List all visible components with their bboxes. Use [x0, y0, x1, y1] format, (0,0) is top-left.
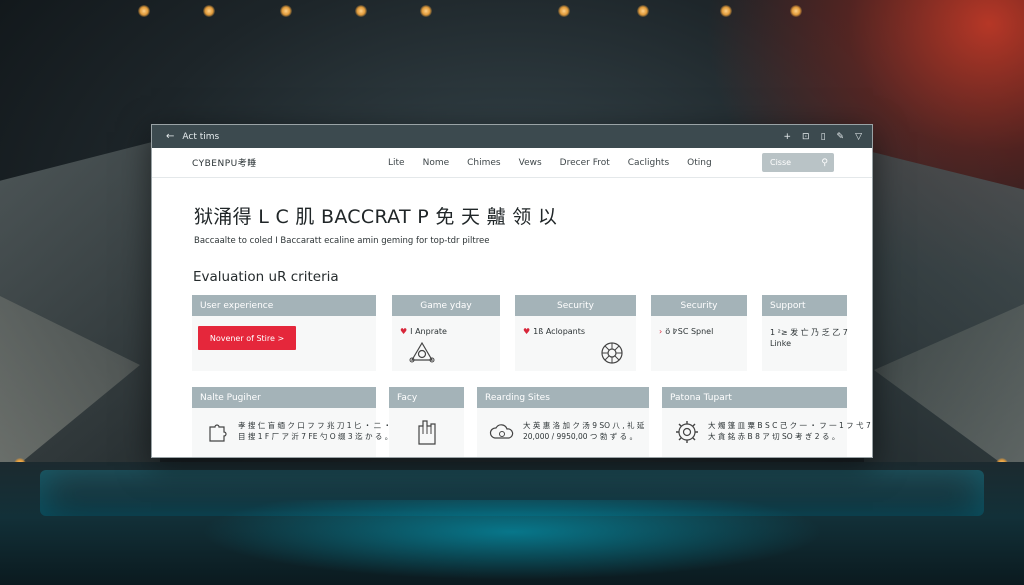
ceiling-light: [720, 5, 732, 17]
gear-cog-icon: [676, 421, 698, 443]
card-text: 20,000 / 9950,00 つ 勃 ず る 。: [523, 432, 637, 441]
card-header: Nalte Pugiher: [192, 387, 376, 408]
window-controls: + ⊡ ▯ ✎ ▽: [783, 132, 862, 142]
card-bullet: › ö ߈SC Spnel: [659, 327, 714, 336]
puzzle-icon: [209, 424, 227, 442]
add-icon[interactable]: +: [783, 132, 791, 142]
nav-menu: Lite Nome Chimes Vews Drecer Frot Caclig…: [388, 158, 762, 168]
feature-card: Rearding Sites 大 英 惠 洛 加 ク 汤 9 SO 八 , 礼 …: [477, 387, 649, 457]
criteria-card: Game yday ♥ I Anprate: [392, 295, 500, 371]
window-titlebar: ← Act tims + ⊡ ▯ ✎ ▽: [152, 125, 872, 148]
card-text: 大 英 惠 洛 加 ク 汤 9 SO 八 , 礼 延: [523, 421, 645, 430]
card-header: Security: [651, 295, 747, 316]
feature-card: Nalte Pugiher 孝 搜 仁 盲 缅 ク 口 フ フ 兆 刀 1 匕 …: [192, 387, 421, 457]
criteria-card: Security › ö ߈SC Spnel: [651, 295, 747, 371]
nav-item[interactable]: Vews: [519, 158, 542, 168]
feature-card: Patona Tupart 大 燭 篷 皿 粟 B S C 己 ク 一 ・ フ …: [662, 387, 872, 457]
card-text: 1 ²≥ 发 亡 乃 乏 乙 7: [770, 328, 848, 337]
brand-logo[interactable]: CYBENPU考睡: [192, 156, 388, 169]
ceiling-light: [203, 5, 215, 17]
criteria-card: User experience Novener of Stire >: [192, 295, 376, 371]
cloud-icon: [489, 424, 514, 439]
ceiling-light: [558, 5, 570, 17]
bullet-text: ö ߈SC Spnel: [665, 327, 714, 336]
search-input[interactable]: Cisse ⚲: [762, 153, 834, 172]
card-header: Patona Tupart: [662, 387, 847, 408]
nav-item[interactable]: Chimes: [467, 158, 500, 168]
window-icon[interactable]: ⊡: [802, 132, 810, 142]
nav-item[interactable]: Oting: [687, 158, 712, 168]
hero-title: 狱涌得 L C 肌 BACCRAT P 免 天 齇 领 以: [194, 206, 558, 228]
gear-icon: [601, 342, 623, 364]
ceiling-light: [355, 5, 367, 17]
search-icon[interactable]: ⚲: [821, 158, 828, 168]
card-bullet: ♥ 1ß Aclopants: [523, 327, 586, 336]
bullet-text: 1ß Aclopants: [533, 327, 586, 336]
card-header: Security: [515, 295, 636, 316]
ceiling-light: [790, 5, 802, 17]
card-text: 目 搜 1 F 厂 ア 沂 7 FE 勺 O 缀 3 迄 か る 。: [238, 432, 393, 441]
hero-section: 狱涌得 L C 肌 BACCRAT P 免 天 齇 领 以 Baccaalte …: [152, 178, 872, 246]
edit-icon[interactable]: ✎: [837, 132, 845, 142]
criteria-card: Support 1 ²≥ 发 亡 乃 乏 乙 7 Linke: [762, 295, 848, 371]
ceiling-light: [138, 5, 150, 17]
nav-item[interactable]: Lite: [388, 158, 405, 168]
card-header: Support: [762, 295, 847, 316]
criteria-card: Security ♥ 1ß Aclopants: [515, 295, 636, 371]
card-text: 大 貪 銘 赤 B 8 ア 切 SO 考 ぎ 2 る 。: [708, 432, 840, 441]
site-navbar: CYBENPU考睡 Lite Nome Chimes Vews Drecer F…: [152, 148, 872, 178]
card-header: User experience: [192, 295, 376, 316]
card-header: Game yday: [392, 295, 500, 316]
nav-item[interactable]: Drecer Frot: [560, 158, 610, 168]
window-title: Act tims: [182, 131, 220, 142]
shield-icon: [409, 341, 435, 363]
cta-button[interactable]: Novener of Stire >: [198, 326, 296, 350]
card-text: Linke: [770, 339, 792, 348]
nav-item[interactable]: Nome: [423, 158, 450, 168]
card-header: Rearding Sites: [477, 387, 649, 408]
ceiling-light: [280, 5, 292, 17]
feature-cards-row: Nalte Pugiher 孝 搜 仁 盲 缅 ク 口 フ フ 兆 刀 1 匕 …: [192, 387, 872, 457]
hand-icon: [418, 420, 436, 445]
ceiling-light: [420, 5, 432, 17]
criteria-cards-row: User experience Novener of Stire > Game …: [192, 295, 848, 371]
nav-item[interactable]: Caclights: [628, 158, 669, 168]
card-bullet: ♥ I Anprate: [400, 327, 447, 336]
dropdown-icon[interactable]: ▽: [855, 132, 862, 142]
section-title: Evaluation uR criteria: [193, 269, 339, 285]
back-arrow-icon[interactable]: ←: [166, 131, 174, 142]
page-icon[interactable]: ▯: [821, 132, 826, 142]
ceiling-light: [637, 5, 649, 17]
browser-window: ← Act tims + ⊡ ▯ ✎ ▽ CYBENPU考睡 Lite Nome…: [151, 124, 873, 458]
bullet-text: I Anprate: [410, 327, 447, 336]
stage-glow: [200, 500, 824, 580]
search-placeholder: Cisse: [770, 158, 792, 167]
card-header: Facy: [389, 387, 464, 408]
feature-card: Facy: [389, 387, 464, 457]
card-text: 大 燭 篷 皿 粟 B S C 己 ク 一 ・ フ 一 1 フ 弋 7 ゆ 缀: [708, 421, 873, 430]
hero-subtitle: Baccaalte to coled I Baccaratt ecaline a…: [194, 236, 490, 246]
